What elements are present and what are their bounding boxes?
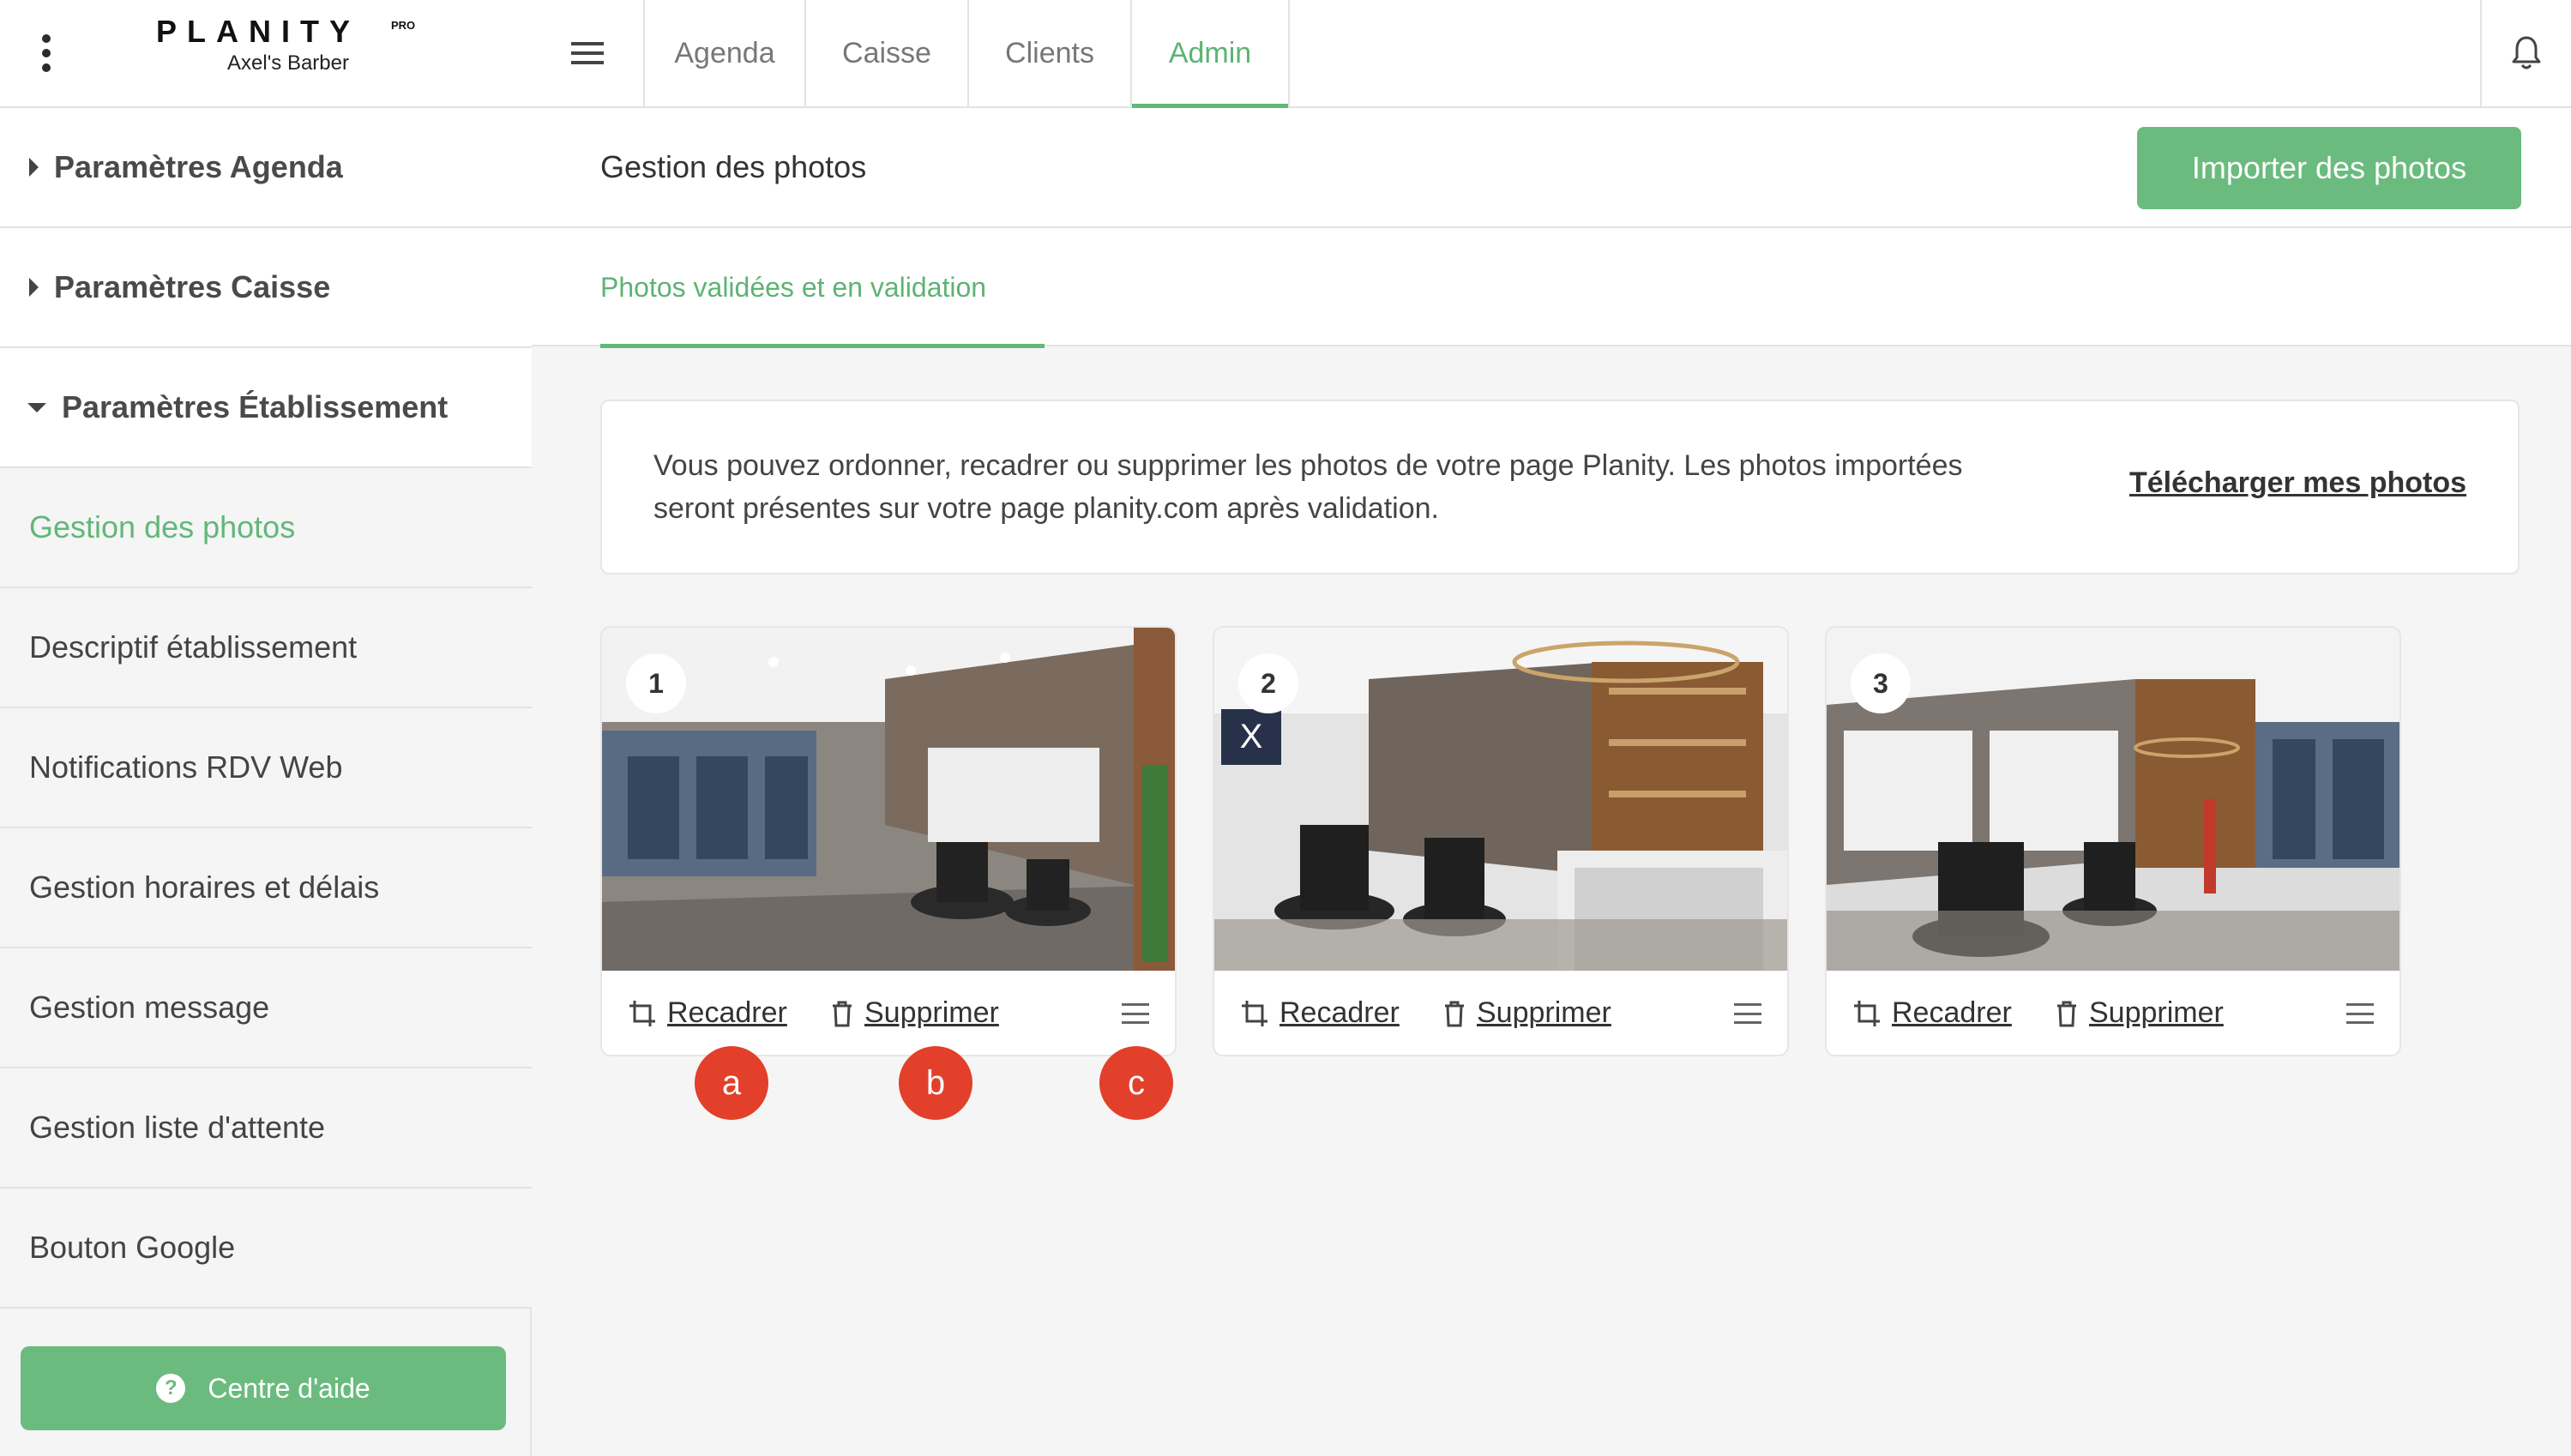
crop-icon [1854,1000,1880,1026]
sidebar-item-horaires[interactable]: Gestion horaires et délais [0,828,532,948]
download-photos-link[interactable]: Télécharger mes photos [2129,466,2466,500]
crop-icon [629,1000,655,1026]
salon-name: Axel's Barber [227,51,349,75]
sidebar-item-descriptif[interactable]: Descriptif établissement [0,588,532,708]
trash-icon [2057,1001,2076,1026]
menu-icon[interactable] [532,0,645,106]
bell-icon [2512,36,2541,69]
sidebar: PLANITY PRO Axel's Barber Paramètres Age… [0,0,532,1456]
caret-right-icon [29,158,39,177]
help-icon: ? [156,1374,186,1403]
tab-clients[interactable]: Clients [969,0,1132,106]
info-card: Vous pouvez ordonner, recadrer ou suppri… [600,400,2520,575]
notifications-button[interactable] [2480,0,2571,106]
page-header: Gestion des photos Importer des photos [532,108,2571,228]
photo-card: X 2 Recadrer Supprimer [1213,626,1789,1056]
salon-photo[interactable] [1827,628,2399,971]
sidebar-section-caisse[interactable]: Paramètres Caisse [0,228,532,348]
delete-label: Supprimer [864,996,999,1029]
sidebar-section-agenda[interactable]: Paramètres Agenda [0,108,532,228]
salon-photo[interactable]: X [1214,628,1787,971]
trash-icon [1445,1001,1464,1026]
info-text: Vous pouvez ordonner, recadrer ou suppri… [653,449,1963,525]
sidebar-section-label: Paramètres Établissement [62,389,449,424]
sidebar-section-etablissement[interactable]: Paramètres Établissement [0,348,532,468]
trash-icon [833,1001,852,1026]
sidebar-section-label: Paramètres Agenda [54,149,343,184]
tab-admin[interactable]: Admin [1132,0,1290,108]
caret-right-icon [29,278,39,297]
photo-actions: Recadrer Supprimer [602,971,1175,1055]
annotation-marker-a: a [695,1046,768,1120]
tab-agenda[interactable]: Agenda [645,0,806,106]
sidebar-item-notifications[interactable]: Notifications RDV Web [0,708,532,828]
crop-button[interactable]: Recadrer [1852,996,2012,1030]
sidebar-item-bouton-google[interactable]: Bouton Google [0,1188,532,1309]
delete-label: Supprimer [1477,996,1611,1029]
photo-order-number: 3 [1851,653,1911,713]
delete-button[interactable]: Supprimer [830,996,999,1030]
sidebar-item-liste-attente[interactable]: Gestion liste d'attente [0,1068,532,1188]
delete-button[interactable]: Supprimer [2055,996,2224,1030]
crop-label: Recadrer [1279,996,1400,1029]
crop-label: Recadrer [1892,996,2012,1029]
brand-header: PLANITY PRO Axel's Barber [0,0,532,108]
sidebar-item-message[interactable]: Gestion message [0,948,532,1068]
delete-label: Supprimer [2089,996,2224,1029]
photo-card: 1 Recadrer Supprimer [600,626,1177,1056]
photo-order-number: 2 [1238,653,1298,713]
photo-subtabs: Photos validées et en validation [532,228,2571,348]
page-title: Gestion des photos [600,149,867,184]
caret-down-icon [27,402,46,412]
photo-card: 3 Recadrer Supprimer [1825,626,2401,1056]
annotation-marker-c: c [1099,1046,1173,1120]
photo-actions: Recadrer Supprimer [1214,971,1787,1055]
delete-button[interactable]: Supprimer [1442,996,1611,1030]
sidebar-section-label: Paramètres Caisse [54,269,331,304]
salon-photo[interactable] [602,628,1175,971]
crop-button[interactable]: Recadrer [628,996,787,1030]
svg-text:X: X [1240,718,1263,755]
crop-button[interactable]: Recadrer [1240,996,1400,1030]
crop-label: Recadrer [667,996,787,1029]
sidebar-item-photos[interactable]: Gestion des photos [0,468,532,588]
photo-actions: Recadrer Supprimer [1827,971,2399,1055]
pro-badge: PRO [391,19,416,32]
more-vertical-icon[interactable] [39,34,53,72]
help-center-button[interactable]: ? Centre d'aide [21,1346,506,1430]
import-photos-button[interactable]: Importer des photos [2137,127,2521,209]
tab-caisse[interactable]: Caisse [806,0,969,106]
tab-validated-photos[interactable]: Photos validées et en validation [600,228,1045,348]
help-center-label: Centre d'aide [208,1372,370,1404]
drag-handle-icon[interactable] [1122,1003,1149,1024]
annotation-marker-b: b [899,1046,972,1120]
drag-handle-icon[interactable] [1734,1003,1761,1024]
top-navigation: Agenda Caisse Clients Admin [532,0,2571,108]
drag-handle-icon[interactable] [2346,1003,2374,1024]
planity-logo: PLANITY [156,14,361,49]
photo-order-number: 1 [626,653,686,713]
crop-icon [1242,1000,1267,1026]
